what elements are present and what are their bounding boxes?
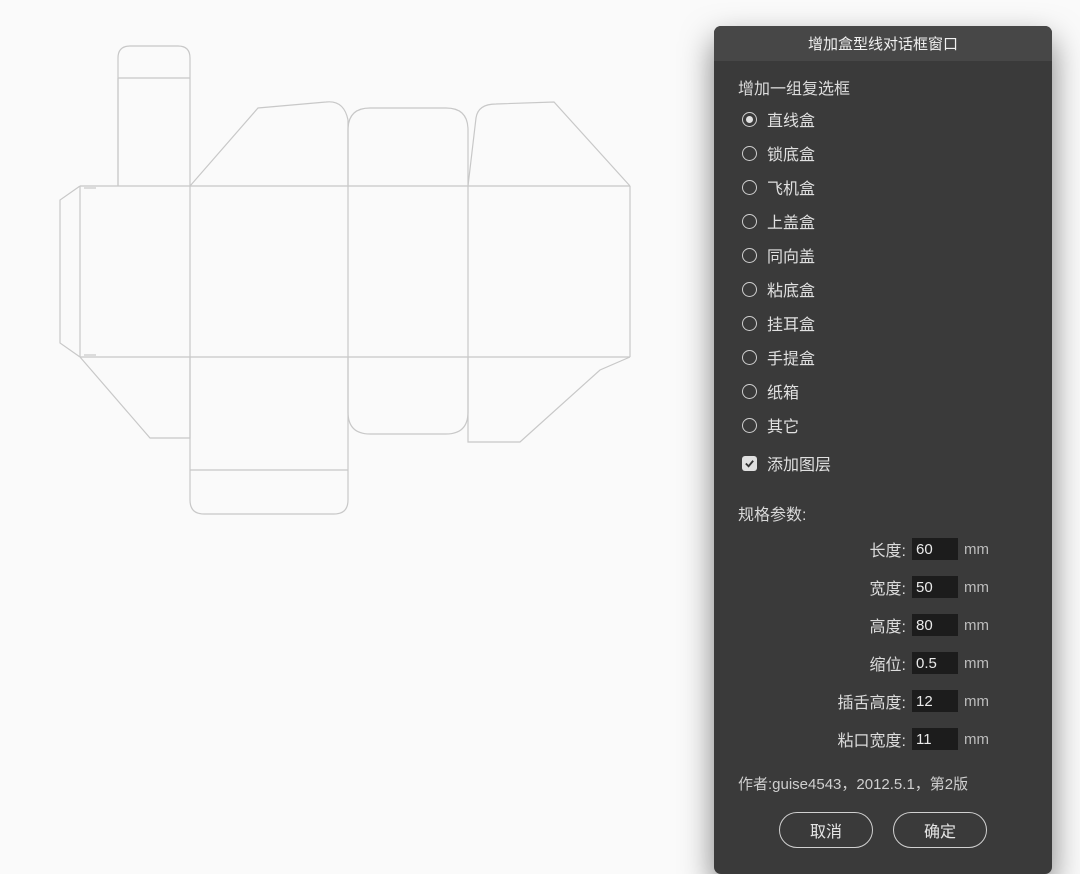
param-label: 插舌高度: bbox=[838, 689, 906, 713]
param-unit: mm bbox=[964, 731, 998, 748]
author-footer: 作者:guise4543，2012.5.1，第2版 bbox=[738, 773, 1028, 794]
param-label: 缩位: bbox=[870, 651, 906, 675]
radio-lock-bottom-box[interactable]: 锁底盒 bbox=[742, 141, 1028, 165]
param-tuck-height: 插舌高度: mm bbox=[738, 689, 1028, 713]
param-unit: mm bbox=[964, 617, 998, 634]
params-section-label: 规格参数: bbox=[738, 501, 1028, 525]
checkbox-icon bbox=[742, 456, 757, 471]
param-label: 宽度: bbox=[870, 575, 906, 599]
box-type-radio-list: 直线盒 锁底盒 飞机盒 上盖盒 同向盖 粘底盒 bbox=[742, 107, 1028, 437]
canvas-area bbox=[0, 0, 700, 850]
param-glue-width: 粘口宽度: mm bbox=[738, 727, 1028, 751]
radio-label: 直线盒 bbox=[767, 107, 815, 131]
tuck-height-input[interactable] bbox=[912, 690, 958, 712]
radio-icon bbox=[742, 316, 757, 331]
param-shrink: 缩位: mm bbox=[738, 651, 1028, 675]
radio-label: 同向盖 bbox=[767, 243, 815, 267]
radio-icon bbox=[742, 146, 757, 161]
param-label: 长度: bbox=[870, 537, 906, 561]
radio-carton[interactable]: 纸箱 bbox=[742, 379, 1028, 403]
radio-icon bbox=[742, 282, 757, 297]
param-label: 高度: bbox=[870, 613, 906, 637]
radio-handle-box[interactable]: 手提盒 bbox=[742, 345, 1028, 369]
radio-label: 锁底盒 bbox=[767, 141, 815, 165]
radio-label: 上盖盒 bbox=[767, 209, 815, 233]
box-dieline-drawing bbox=[0, 0, 700, 560]
radio-label: 其它 bbox=[767, 413, 799, 437]
radio-label: 粘底盒 bbox=[767, 277, 815, 301]
radio-icon bbox=[742, 248, 757, 263]
ok-button[interactable]: 确定 bbox=[893, 812, 987, 848]
radio-label: 手提盒 bbox=[767, 345, 815, 369]
radio-icon bbox=[742, 350, 757, 365]
radio-hang-ear-box[interactable]: 挂耳盒 bbox=[742, 311, 1028, 335]
radio-same-direction-cover[interactable]: 同向盖 bbox=[742, 243, 1028, 267]
radio-icon bbox=[742, 112, 757, 127]
length-input[interactable] bbox=[912, 538, 958, 560]
radio-label: 飞机盒 bbox=[767, 175, 815, 199]
param-length: 长度: mm bbox=[738, 537, 1028, 561]
radio-straight-box[interactable]: 直线盒 bbox=[742, 107, 1028, 131]
shrink-input[interactable] bbox=[912, 652, 958, 674]
width-input[interactable] bbox=[912, 576, 958, 598]
param-label: 粘口宽度: bbox=[838, 727, 906, 751]
param-unit: mm bbox=[964, 579, 998, 596]
radio-airplane-box[interactable]: 飞机盒 bbox=[742, 175, 1028, 199]
radio-top-cover-box[interactable]: 上盖盒 bbox=[742, 209, 1028, 233]
radio-label: 挂耳盒 bbox=[767, 311, 815, 335]
box-type-dialog: 增加盒型线对话框窗口 增加一组复选框 直线盒 锁底盒 飞机盒 上盖盒 同向盖 bbox=[714, 26, 1052, 874]
param-unit: mm bbox=[964, 655, 998, 672]
param-unit: mm bbox=[964, 541, 998, 558]
param-width: 宽度: mm bbox=[738, 575, 1028, 599]
add-layer-checkbox[interactable]: 添加图层 bbox=[742, 451, 1028, 475]
dialog-button-row: 取消 确定 bbox=[738, 812, 1028, 848]
cancel-button[interactable]: 取消 bbox=[779, 812, 873, 848]
radio-icon bbox=[742, 384, 757, 399]
param-unit: mm bbox=[964, 693, 998, 710]
param-height: 高度: mm bbox=[738, 613, 1028, 637]
radio-icon bbox=[742, 180, 757, 195]
dialog-title: 增加盒型线对话框窗口 bbox=[714, 26, 1052, 61]
radio-glue-bottom-box[interactable]: 粘底盒 bbox=[742, 277, 1028, 301]
glue-width-input[interactable] bbox=[912, 728, 958, 750]
height-input[interactable] bbox=[912, 614, 958, 636]
radio-group-label: 增加一组复选框 bbox=[738, 75, 1028, 99]
radio-label: 纸箱 bbox=[767, 379, 799, 403]
radio-other[interactable]: 其它 bbox=[742, 413, 1028, 437]
radio-icon bbox=[742, 418, 757, 433]
radio-icon bbox=[742, 214, 757, 229]
checkbox-label: 添加图层 bbox=[767, 451, 831, 475]
